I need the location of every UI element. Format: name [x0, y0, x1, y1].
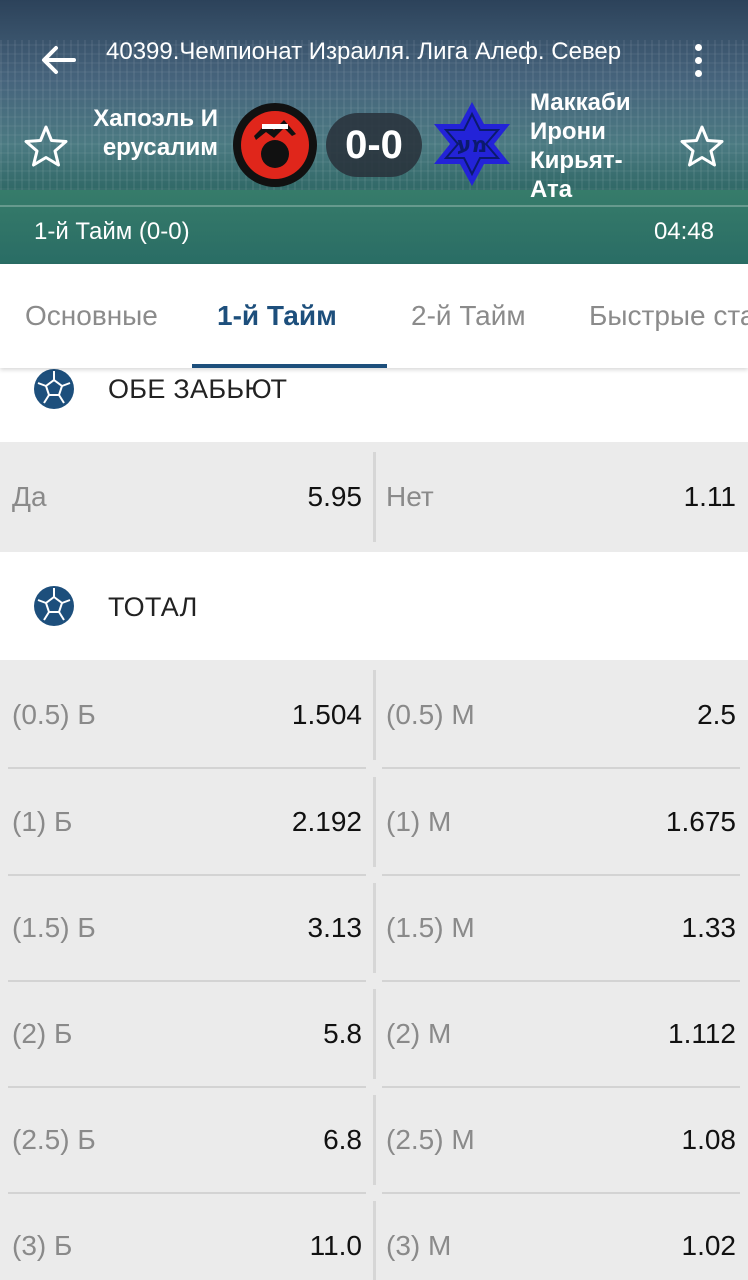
odds-button-over[interactable]: (0.5) Б 1.504 — [8, 662, 366, 768]
column-divider — [373, 1201, 376, 1280]
outcome-label: (2) Б — [12, 1018, 73, 1049]
tab-main[interactable]: Основные — [25, 264, 158, 368]
odds-button-under[interactable]: (3) М 1.02 — [382, 1193, 740, 1280]
odds-value: 1.675 — [665, 806, 736, 837]
outcome-label: (1.5) Б — [12, 912, 96, 943]
svg-text:מע: מע — [457, 133, 488, 158]
outcome-label: (2) М — [386, 1018, 452, 1049]
favorite-away-button[interactable] — [678, 122, 726, 170]
odds-button-over[interactable]: (3) Б 11.0 — [8, 1193, 366, 1280]
odds-row: (1) Б 2.192 (1) М 1.675 — [0, 769, 748, 876]
odds-value: 6.8 — [323, 1124, 362, 1155]
odds-button-under[interactable]: (2.5) М 1.08 — [382, 1087, 740, 1193]
match-header: 40399.Чемпионат Израиля. Лига Алеф. Севе… — [0, 0, 748, 264]
odds-button-over[interactable]: (2) Б 5.8 — [8, 981, 366, 1087]
odds-button-over[interactable]: (2.5) Б 6.8 — [8, 1087, 366, 1193]
outcome-label: (2.5) М — [386, 1124, 475, 1155]
odds-row: Да 5.95 Нет 1.11 — [0, 444, 748, 550]
odds-row: (2.5) Б 6.8 (2.5) М 1.08 — [0, 1087, 748, 1194]
odds-row: (0.5) Б 1.504 (0.5) М 2.5 — [0, 662, 748, 769]
odds-button-under[interactable]: (1) М 1.675 — [382, 769, 740, 875]
odds-button-over[interactable]: (1.5) Б 3.13 — [8, 875, 366, 981]
favorite-home-button[interactable] — [22, 122, 70, 170]
column-divider — [373, 1095, 376, 1185]
match-time: 04:48 — [653, 218, 714, 245]
outcome-label: (1) Б — [12, 806, 73, 837]
tab-first-half[interactable]: 1-й Тайм — [217, 264, 337, 368]
odds-value: 1.08 — [681, 1124, 737, 1155]
column-divider — [373, 777, 376, 867]
outcome-label: (3) Б — [12, 1230, 73, 1261]
odds-row: (2) Б 5.8 (2) М 1.112 — [0, 981, 748, 1088]
odds-value: 1.112 — [668, 1018, 736, 1049]
column-divider — [373, 989, 376, 1079]
odds-value: 2.192 — [291, 806, 362, 837]
star-outline-icon — [24, 125, 68, 167]
football-icon — [34, 586, 74, 626]
section-total-header[interactable]: ТОТАЛ — [0, 552, 748, 660]
pitch-line — [0, 205, 748, 207]
outcome-label: (0.5) М — [386, 699, 475, 730]
odds-value: 1.02 — [681, 1230, 737, 1261]
outcome-label: Нет — [386, 481, 434, 512]
odds-button-yes[interactable]: Да 5.95 — [8, 444, 366, 550]
odds-row: (3) Б 11.0 (3) М 1.02 — [0, 1193, 748, 1280]
active-tab-indicator — [192, 364, 387, 368]
odds-value: 1.33 — [681, 912, 737, 943]
odds-value: 5.95 — [307, 481, 363, 512]
football-icon — [34, 369, 74, 409]
more-menu-button[interactable] — [680, 38, 716, 82]
odds-value: 2.5 — [697, 699, 736, 730]
star-outline-icon — [680, 125, 724, 167]
odds-button-under[interactable]: (0.5) М 2.5 — [382, 662, 740, 768]
odds-button-under[interactable]: (2) М 1.112 — [382, 981, 740, 1087]
section-both-score-header[interactable]: ОБЕ ЗАБЬЮТ — [0, 368, 748, 442]
section-title: ОБЕ ЗАБЬЮТ — [108, 374, 288, 404]
column-divider — [373, 883, 376, 973]
match-score: 0-0 — [326, 113, 422, 177]
more-dot-icon — [694, 56, 702, 64]
back-button[interactable] — [34, 36, 82, 84]
odds-value: 1.504 — [291, 699, 362, 730]
outcome-label: (2.5) Б — [12, 1124, 96, 1155]
away-team-logo: מע — [434, 102, 510, 186]
column-divider — [373, 452, 376, 542]
league-title: 40399.Чемпионат Израиля. Лига Алеф. Севе… — [106, 38, 622, 65]
period-status: 1-й Тайм (0-0) — [34, 218, 190, 245]
odds-value: 11.0 — [309, 1230, 362, 1261]
market-tabs: Основные 1-й Тайм 2-й Тайм Быстрые ставк… — [0, 264, 748, 368]
section-title: ТОТАЛ — [108, 592, 198, 622]
odds-value: 1.11 — [683, 481, 736, 512]
outcome-label: Да — [12, 481, 47, 512]
tab-second-half[interactable]: 2-й Тайм — [411, 264, 526, 368]
odds-value: 3.13 — [307, 912, 363, 943]
tab-quick-bets[interactable]: Быстрые ставки — [589, 264, 748, 368]
more-dot-icon — [694, 69, 702, 77]
odds-button-no[interactable]: Нет 1.11 — [382, 444, 740, 550]
outcome-label: (3) М — [386, 1230, 452, 1261]
away-team-name: Маккаби Ирони Кирьят-Ата — [530, 89, 631, 203]
column-divider — [373, 670, 376, 760]
outcome-label: (1) М — [386, 806, 452, 837]
arrow-left-icon — [42, 46, 76, 74]
outcome-label: (0.5) Б — [12, 699, 96, 730]
odds-button-under[interactable]: (1.5) М 1.33 — [382, 875, 740, 981]
outcome-label: (1.5) М — [386, 912, 475, 943]
odds-row: (1.5) Б 3.13 (1.5) М 1.33 — [0, 875, 748, 982]
odds-value: 5.8 — [323, 1018, 362, 1049]
odds-button-over[interactable]: (1) Б 2.192 — [8, 769, 366, 875]
home-team-name: Хапоэль Иерусалим — [93, 105, 218, 161]
home-team-logo — [233, 103, 317, 187]
more-dot-icon — [694, 43, 702, 51]
